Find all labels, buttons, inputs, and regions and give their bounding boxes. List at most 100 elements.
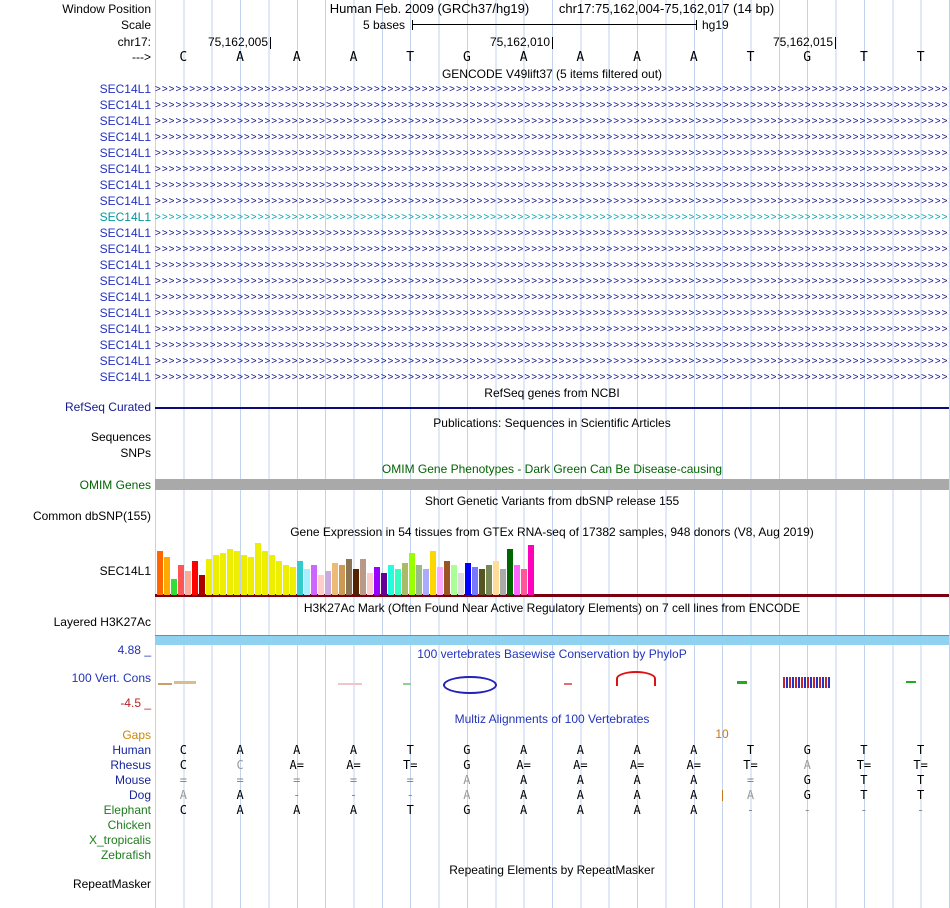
- gtex-bar: [262, 551, 268, 595]
- species-label[interactable]: Dog: [0, 788, 151, 802]
- gtex-bar: [192, 561, 198, 595]
- gene-label[interactable]: SEC14L1: [0, 290, 151, 304]
- alignment-base: T: [860, 743, 868, 757]
- alignment-base: -: [917, 803, 925, 817]
- alignment-base: G: [803, 773, 811, 787]
- gene-label[interactable]: SEC14L1: [0, 258, 151, 272]
- conservation-mark: [174, 681, 196, 684]
- gene-transcript-row[interactable]: >>>>>>>>>>>>>>>>>>>>>>>>>>>>>>>>>>>>>>>>…: [155, 83, 949, 97]
- repeatmasker-track-title: Repeating Elements by RepeatMasker: [449, 863, 655, 877]
- gene-label[interactable]: SEC14L1: [0, 82, 151, 96]
- alignment-base: -: [293, 788, 301, 802]
- gene-transcript-row[interactable]: >>>>>>>>>>>>>>>>>>>>>>>>>>>>>>>>>>>>>>>>…: [155, 131, 949, 145]
- gene-label[interactable]: SEC14L1: [0, 306, 151, 320]
- gene-label[interactable]: SEC14L1: [0, 322, 151, 336]
- alignment-base: A: [179, 788, 187, 802]
- omim-genes-label[interactable]: OMIM Genes: [0, 478, 151, 492]
- gtex-bar: [451, 565, 457, 595]
- refseq-curated-label[interactable]: RefSeq Curated: [0, 400, 151, 414]
- refseq-gene-line[interactable]: [155, 407, 949, 409]
- gene-transcript-row[interactable]: >>>>>>>>>>>>>>>>>>>>>>>>>>>>>>>>>>>>>>>>…: [155, 227, 949, 241]
- alignment-base: T: [917, 788, 925, 802]
- species-label[interactable]: Rhesus: [0, 758, 151, 772]
- species-label[interactable]: Chicken: [0, 818, 151, 832]
- species-label[interactable]: Gaps: [0, 728, 151, 742]
- alignment-base: A: [690, 788, 698, 802]
- gtex-bar: [304, 569, 310, 595]
- gene-transcript-row[interactable]: >>>>>>>>>>>>>>>>>>>>>>>>>>>>>>>>>>>>>>>>…: [155, 179, 949, 193]
- gtex-bar: [465, 563, 471, 595]
- alignment-gap-tick: [722, 790, 723, 801]
- gene-transcript-row[interactable]: >>>>>>>>>>>>>>>>>>>>>>>>>>>>>>>>>>>>>>>>…: [155, 371, 949, 385]
- gene-label[interactable]: SEC14L1: [0, 210, 151, 224]
- gene-label[interactable]: SEC14L1: [0, 146, 151, 160]
- gene-label[interactable]: SEC14L1: [0, 98, 151, 112]
- alignment-base: A: [576, 773, 584, 787]
- gene-transcript-row[interactable]: >>>>>>>>>>>>>>>>>>>>>>>>>>>>>>>>>>>>>>>>…: [155, 163, 949, 177]
- gene-label[interactable]: SEC14L1: [0, 130, 151, 144]
- gtex-bar: [157, 551, 163, 595]
- gtex-bar: [234, 551, 240, 595]
- alignment-base: A: [576, 788, 584, 802]
- gene-transcript-row[interactable]: >>>>>>>>>>>>>>>>>>>>>>>>>>>>>>>>>>>>>>>>…: [155, 211, 949, 225]
- ruler-base: A: [576, 50, 585, 65]
- gtex-bar: [507, 549, 513, 595]
- gtex-bar: [367, 573, 373, 595]
- gene-label[interactable]: SEC14L1: [0, 242, 151, 256]
- gene-transcript-row[interactable]: >>>>>>>>>>>>>>>>>>>>>>>>>>>>>>>>>>>>>>>>…: [155, 99, 949, 113]
- gene-transcript-row[interactable]: >>>>>>>>>>>>>>>>>>>>>>>>>>>>>>>>>>>>>>>>…: [155, 243, 949, 257]
- gene-label[interactable]: SEC14L1: [0, 274, 151, 288]
- gene-transcript-row[interactable]: >>>>>>>>>>>>>>>>>>>>>>>>>>>>>>>>>>>>>>>>…: [155, 275, 949, 289]
- ruler-base: T: [746, 50, 755, 65]
- conservation-mark: [564, 683, 572, 685]
- species-label[interactable]: Zebrafish: [0, 848, 151, 862]
- conservation-track-label[interactable]: 100 Vert. Cons: [0, 671, 151, 685]
- alignment-base: T=: [743, 758, 758, 772]
- gene-label[interactable]: SEC14L1: [0, 114, 151, 128]
- conservation-mark: [158, 683, 172, 685]
- gene-label[interactable]: SEC14L1: [0, 370, 151, 384]
- alignment-base: A: [633, 743, 641, 757]
- species-label[interactable]: Human: [0, 743, 151, 757]
- gtex-bar: [353, 569, 359, 595]
- alignment-base: A: [633, 788, 641, 802]
- gene-transcript-row[interactable]: >>>>>>>>>>>>>>>>>>>>>>>>>>>>>>>>>>>>>>>>…: [155, 291, 949, 305]
- snps-track-label[interactable]: SNPs: [0, 446, 151, 460]
- conservation-stripe-mark: [783, 677, 831, 688]
- dbsnp-track-label[interactable]: Common dbSNP(155): [0, 509, 151, 523]
- alignment-base: =: [293, 773, 301, 787]
- gene-transcript-row[interactable]: >>>>>>>>>>>>>>>>>>>>>>>>>>>>>>>>>>>>>>>>…: [155, 115, 949, 129]
- gene-label[interactable]: SEC14L1: [0, 354, 151, 368]
- sequences-track-label[interactable]: Sequences: [0, 430, 151, 444]
- gene-transcript-row[interactable]: >>>>>>>>>>>>>>>>>>>>>>>>>>>>>>>>>>>>>>>>…: [155, 147, 949, 161]
- repeatmasker-track-label[interactable]: RepeatMasker: [0, 877, 151, 891]
- gene-label[interactable]: SEC14L1: [0, 178, 151, 192]
- omim-gene-bar[interactable]: [155, 479, 949, 490]
- gene-label[interactable]: SEC14L1: [0, 162, 151, 176]
- ruler-base: T: [860, 50, 868, 65]
- position-range-text: chr17:75,162,004-75,162,017 (14 bp): [558, 1, 775, 16]
- alignment-base: T: [917, 773, 925, 787]
- alignment-base: T=: [913, 758, 928, 772]
- species-label[interactable]: Elephant: [0, 803, 151, 817]
- alignment-base: A=: [629, 758, 645, 772]
- alignment-base: T: [406, 743, 414, 757]
- alignment-base: =: [349, 773, 358, 787]
- gene-transcript-row[interactable]: >>>>>>>>>>>>>>>>>>>>>>>>>>>>>>>>>>>>>>>>…: [155, 339, 949, 353]
- h3k27ac-track-label[interactable]: Layered H3K27Ac: [0, 615, 151, 629]
- gene-transcript-row[interactable]: >>>>>>>>>>>>>>>>>>>>>>>>>>>>>>>>>>>>>>>>…: [155, 355, 949, 369]
- species-label[interactable]: X_tropicalis: [0, 833, 151, 847]
- gene-transcript-row[interactable]: >>>>>>>>>>>>>>>>>>>>>>>>>>>>>>>>>>>>>>>>…: [155, 307, 949, 321]
- window-position-label: Window Position: [62, 2, 151, 16]
- gtex-gene-label[interactable]: SEC14L1: [0, 564, 151, 578]
- species-label[interactable]: Mouse: [0, 773, 151, 787]
- ucsc-genome-browser-image: Window Position Human Feb. 2009 (GRCh37/…: [0, 0, 950, 908]
- gene-label[interactable]: SEC14L1: [0, 194, 151, 208]
- gene-transcript-row[interactable]: >>>>>>>>>>>>>>>>>>>>>>>>>>>>>>>>>>>>>>>>…: [155, 195, 949, 209]
- gene-label[interactable]: SEC14L1: [0, 226, 151, 240]
- alignment-base: C: [179, 743, 187, 757]
- gene-label[interactable]: SEC14L1: [0, 338, 151, 352]
- gene-transcript-row[interactable]: >>>>>>>>>>>>>>>>>>>>>>>>>>>>>>>>>>>>>>>>…: [155, 259, 949, 273]
- gene-transcript-row[interactable]: >>>>>>>>>>>>>>>>>>>>>>>>>>>>>>>>>>>>>>>>…: [155, 323, 949, 337]
- gtex-bar: [339, 565, 345, 595]
